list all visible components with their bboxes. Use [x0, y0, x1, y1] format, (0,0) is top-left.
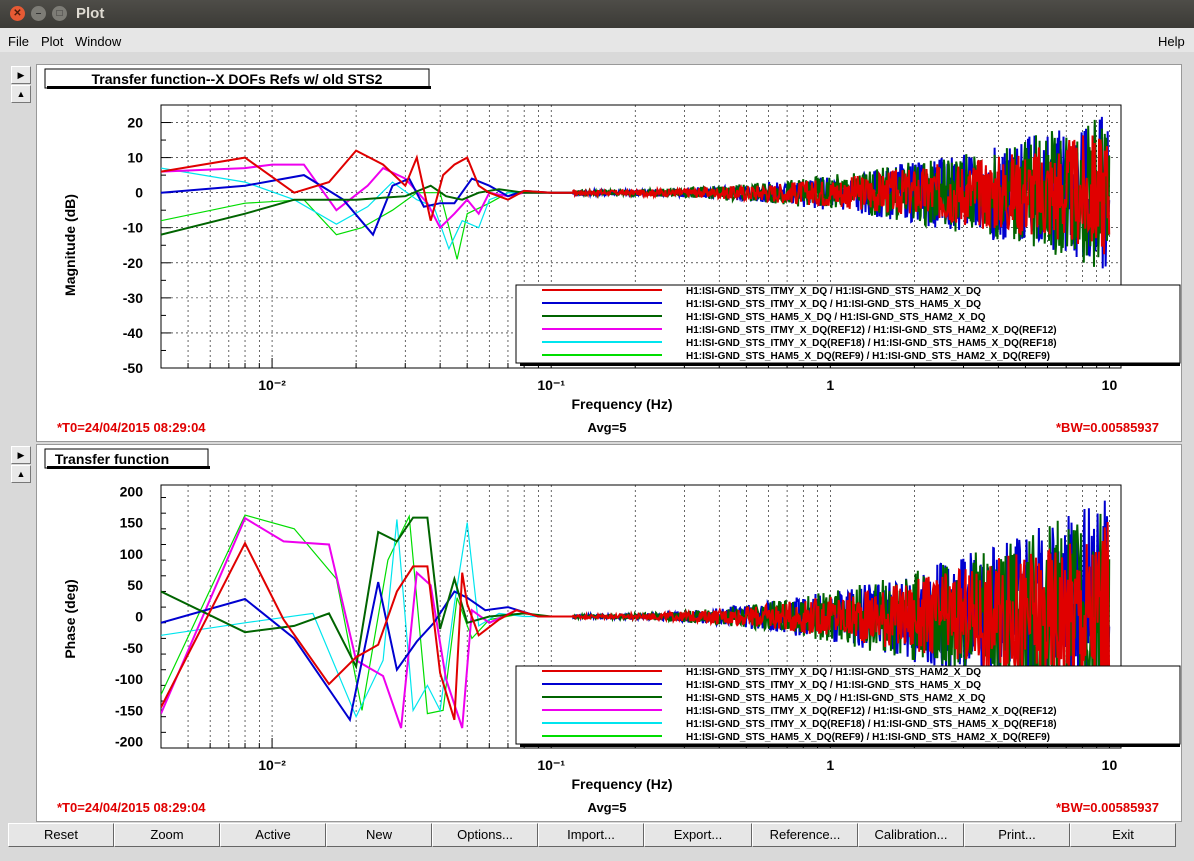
- button-bar: Reset Zoom Active New Options... Import.…: [8, 823, 1184, 849]
- magnitude-xlabel: Frequency (Hz): [571, 396, 672, 412]
- x-tick-label: 10⁻¹: [537, 377, 565, 393]
- export-button[interactable]: Export...: [644, 823, 752, 847]
- y-tick-label: -20: [123, 255, 143, 271]
- phase-avg-label: Avg=5: [588, 800, 627, 815]
- magnitude-avg-label: Avg=5: [588, 420, 627, 435]
- legend-entry: H1:ISI-GND_STS_HAM5_X_DQ / H1:ISI-GND_ST…: [686, 312, 986, 323]
- x-tick-label: 10⁻²: [258, 377, 286, 393]
- legend-entry: H1:ISI-GND_STS_ITMY_X_DQ(REF12) / H1:ISI…: [686, 706, 1057, 717]
- legend-entry: H1:ISI-GND_STS_ITMY_X_DQ / H1:ISI-GND_ST…: [686, 299, 981, 310]
- y-tick-label: 150: [120, 515, 144, 531]
- menu-window[interactable]: Window: [75, 34, 121, 49]
- x-tick-label: 1: [826, 377, 834, 393]
- phase-ylabel: Phase (deg): [62, 579, 78, 658]
- new-button[interactable]: New: [326, 823, 432, 847]
- active-button[interactable]: Active: [220, 823, 326, 847]
- x-tick-label: 10⁻¹: [537, 757, 565, 773]
- menu-file[interactable]: File: [8, 34, 29, 49]
- zoom-button[interactable]: Zoom: [114, 823, 220, 847]
- legend-shadow: [520, 744, 1180, 747]
- panel2-expand-button[interactable]: ▶: [11, 446, 31, 464]
- reset-button[interactable]: Reset: [8, 823, 114, 847]
- phase-plot-pad[interactable]: Transfer function 200 150 100 50 0 -50 -100 -15…: [36, 444, 1182, 822]
- legend-entry: H1:ISI-GND_STS_ITMY_X_DQ / H1:ISI-GND_ST…: [686, 667, 981, 678]
- y-tick-label: -40: [123, 325, 143, 341]
- x-tick-label: 10: [1102, 757, 1118, 773]
- magnitude-chart: Transfer function--X DOFs Refs w/ old ST…: [44, 68, 1181, 435]
- legend-entry: H1:ISI-GND_STS_ITMY_X_DQ(REF18) / H1:ISI…: [686, 719, 1057, 730]
- legend-entry: H1:ISI-GND_STS_HAM5_X_DQ(REF9) / H1:ISI-…: [686, 351, 1050, 362]
- y-tick-label: -200: [115, 734, 143, 750]
- phase-xlabel: Frequency (Hz): [571, 776, 672, 792]
- y-tick-label: 0: [135, 185, 143, 201]
- y-tick-label: 10: [127, 150, 143, 166]
- panel2-collapse-button[interactable]: ▲: [11, 465, 31, 483]
- magnitude-t0-label: *T0=24/04/2015 08:29:04: [57, 420, 206, 435]
- reference-button[interactable]: Reference...: [752, 823, 858, 847]
- magnitude-panel-title: Transfer function--X DOFs Refs w/ old ST…: [92, 71, 383, 87]
- x-tick-label: 10: [1102, 377, 1118, 393]
- calibration-button[interactable]: Calibration...: [858, 823, 964, 847]
- y-tick-label: -50: [123, 360, 143, 376]
- legend-shadow: [520, 363, 1180, 366]
- y-tick-label: 0: [135, 609, 143, 625]
- close-window-button[interactable]: ✕: [10, 6, 25, 21]
- y-tick-label: -10: [123, 220, 143, 236]
- panel1-expand-button[interactable]: ▶: [11, 66, 31, 84]
- phase-chart: Transfer function 200 150 100 50 0 -50 -100 -15…: [44, 448, 1181, 815]
- legend-entry: H1:ISI-GND_STS_ITMY_X_DQ / H1:ISI-GND_ST…: [686, 286, 981, 297]
- magnitude-ylabel: Magnitude (dB): [62, 194, 78, 296]
- window-title: Plot: [76, 5, 105, 22]
- maximize-window-button[interactable]: □: [52, 6, 67, 21]
- exit-button[interactable]: Exit: [1070, 823, 1176, 847]
- y-tick-label: -100: [115, 671, 143, 687]
- menu-plot[interactable]: Plot: [41, 34, 63, 49]
- legend: H1:ISI-GND_STS_ITMY_X_DQ / H1:ISI-GND_ST…: [515, 284, 1181, 366]
- y-tick-label: 200: [120, 483, 144, 499]
- x-tick-label: 10⁻²: [258, 757, 286, 773]
- print-button[interactable]: Print...: [964, 823, 1070, 847]
- legend-entry: H1:ISI-GND_STS_ITMY_X_DQ(REF18) / H1:ISI…: [686, 338, 1057, 349]
- legend-entry: H1:ISI-GND_STS_ITMY_X_DQ(REF12) / H1:ISI…: [686, 325, 1057, 336]
- magnitude-plot-pad[interactable]: Transfer function--X DOFs Refs w/ old ST…: [36, 64, 1182, 442]
- y-tick-label: -150: [115, 702, 143, 718]
- y-tick-label: 50: [127, 577, 143, 593]
- options-button[interactable]: Options...: [432, 823, 538, 847]
- menu-bar: File Plot Window Help: [0, 28, 1194, 52]
- x-tick-label: 1: [826, 757, 834, 773]
- phase-panel-title: Transfer function: [55, 451, 169, 467]
- import-button[interactable]: Import...: [538, 823, 644, 847]
- legend-entry: H1:ISI-GND_STS_ITMY_X_DQ / H1:ISI-GND_ST…: [686, 680, 981, 691]
- y-tick-label: -50: [123, 640, 143, 656]
- legend: H1:ISI-GND_STS_ITMY_X_DQ / H1:ISI-GND_ST…: [515, 665, 1181, 747]
- y-tick-label: 20: [127, 115, 143, 131]
- y-tick-label: -30: [123, 290, 143, 306]
- panel1-collapse-button[interactable]: ▲: [11, 85, 31, 103]
- phase-bw-label: *BW=0.00585937: [1056, 800, 1159, 815]
- window-titlebar: ✕ – □ Plot: [0, 0, 1194, 28]
- menu-help[interactable]: Help: [1158, 34, 1185, 49]
- minimize-window-button[interactable]: –: [31, 6, 46, 21]
- magnitude-bw-label: *BW=0.00585937: [1056, 420, 1159, 435]
- phase-t0-label: *T0=24/04/2015 08:29:04: [57, 800, 206, 815]
- legend-entry: H1:ISI-GND_STS_HAM5_X_DQ(REF9) / H1:ISI-…: [686, 732, 1050, 743]
- legend-entry: H1:ISI-GND_STS_HAM5_X_DQ / H1:ISI-GND_ST…: [686, 693, 986, 704]
- y-tick-label: 100: [120, 546, 144, 562]
